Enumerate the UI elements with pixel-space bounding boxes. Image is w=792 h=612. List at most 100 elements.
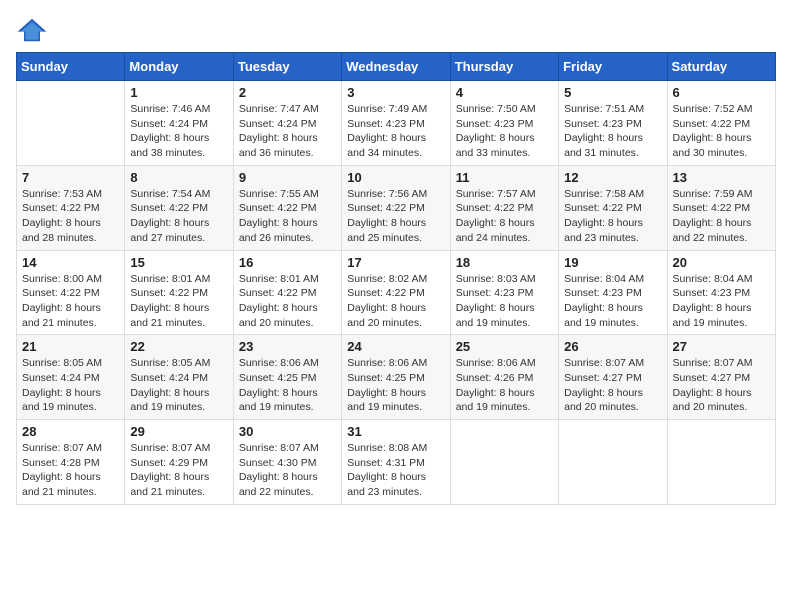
calendar-cell: 4 Sunrise: 7:50 AM Sunset: 4:23 PM Daylig… — [450, 81, 558, 166]
day-number: 19 — [564, 255, 661, 270]
day-number: 30 — [239, 424, 336, 439]
day-info: Sunrise: 7:47 AM Sunset: 4:24 PM Dayligh… — [239, 102, 336, 161]
calendar-cell: 31 Sunrise: 8:08 AM Sunset: 4:31 PM Dayli… — [342, 420, 450, 505]
calendar-cell: 8Sunrise: 7:54 AM Sunset: 4:22 PM Daylig… — [125, 165, 233, 250]
day-number: 13 — [673, 170, 770, 185]
day-info: Sunrise: 8:02 AM Sunset: 4:22 PM Dayligh… — [347, 272, 444, 331]
day-number: 16 — [239, 255, 336, 270]
calendar-cell: 15 Sunrise: 8:01 AM Sunset: 4:22 PM Dayli… — [125, 250, 233, 335]
calendar-cell: 16 Sunrise: 8:01 AM Sunset: 4:22 PM Dayli… — [233, 250, 341, 335]
day-number: 29 — [130, 424, 227, 439]
day-number: 18 — [456, 255, 553, 270]
day-number: 17 — [347, 255, 444, 270]
calendar-cell — [559, 420, 667, 505]
day-info: Sunrise: 8:04 AM Sunset: 4:23 PM Dayligh… — [673, 272, 770, 331]
week-row-1: 1 Sunrise: 7:46 AM Sunset: 4:24 PM Daylig… — [17, 81, 776, 166]
weekday-header-sunday: Sunday — [17, 53, 125, 81]
calendar-cell: 3Sunrise: 7:49 AM Sunset: 4:23 PM Daylig… — [342, 81, 450, 166]
day-number: 20 — [673, 255, 770, 270]
page-header — [16, 16, 776, 44]
weekday-header-wednesday: Wednesday — [342, 53, 450, 81]
calendar-cell: 19 Sunrise: 8:04 AM Sunset: 4:23 PM Dayli… — [559, 250, 667, 335]
calendar-cell: 9 Sunrise: 7:55 AM Sunset: 4:22 PM Daylig… — [233, 165, 341, 250]
day-info: Sunrise: 8:06 AM Sunset: 4:25 PM Dayligh… — [239, 356, 336, 415]
calendar-cell: 13 Sunrise: 7:59 AM Sunset: 4:22 PM Dayli… — [667, 165, 775, 250]
day-number: 8 — [130, 170, 227, 185]
day-info: Sunrise: 8:01 AM Sunset: 4:22 PM Dayligh… — [130, 272, 227, 331]
day-number: 9 — [239, 170, 336, 185]
calendar-cell: 14 Sunrise: 8:00 AM Sunset: 4:22 PM Dayli… — [17, 250, 125, 335]
day-info: Sunrise: 8:07 AM Sunset: 4:30 PM Dayligh… — [239, 441, 336, 500]
calendar-cell: 23 Sunrise: 8:06 AM Sunset: 4:25 PM Dayli… — [233, 335, 341, 420]
day-info: Sunrise: 8:00 AM Sunset: 4:22 PM Dayligh… — [22, 272, 119, 331]
calendar-cell: 24Sunrise: 8:06 AM Sunset: 4:25 PM Dayli… — [342, 335, 450, 420]
day-info: Sunrise: 8:08 AM Sunset: 4:31 PM Dayligh… — [347, 441, 444, 500]
calendar-cell: 1 Sunrise: 7:46 AM Sunset: 4:24 PM Daylig… — [125, 81, 233, 166]
calendar-cell: 27 Sunrise: 8:07 AM Sunset: 4:27 PM Dayli… — [667, 335, 775, 420]
day-number: 1 — [130, 85, 227, 100]
logo-icon — [16, 16, 48, 44]
calendar-cell: 17 Sunrise: 8:02 AM Sunset: 4:22 PM Dayli… — [342, 250, 450, 335]
calendar-cell — [667, 420, 775, 505]
weekday-header-tuesday: Tuesday — [233, 53, 341, 81]
day-number: 12 — [564, 170, 661, 185]
day-number: 7 — [22, 170, 119, 185]
day-number: 22 — [130, 339, 227, 354]
day-number: 6 — [673, 85, 770, 100]
calendar-cell: 25 Sunrise: 8:06 AM Sunset: 4:26 PM Dayli… — [450, 335, 558, 420]
day-number: 2 — [239, 85, 336, 100]
day-info: Sunrise: 7:57 AM Sunset: 4:22 PM Dayligh… — [456, 187, 553, 246]
day-number: 10 — [347, 170, 444, 185]
day-number: 5 — [564, 85, 661, 100]
day-info: Sunrise: 8:06 AM Sunset: 4:26 PM Dayligh… — [456, 356, 553, 415]
day-number: 25 — [456, 339, 553, 354]
day-info: Sunrise: 8:01 AM Sunset: 4:22 PM Dayligh… — [239, 272, 336, 331]
calendar-cell: 21Sunrise: 8:05 AM Sunset: 4:24 PM Dayli… — [17, 335, 125, 420]
day-info: Sunrise: 7:53 AM Sunset: 4:22 PM Dayligh… — [22, 187, 119, 246]
weekday-header-monday: Monday — [125, 53, 233, 81]
day-number: 14 — [22, 255, 119, 270]
week-row-2: 7 Sunrise: 7:53 AM Sunset: 4:22 PM Daylig… — [17, 165, 776, 250]
week-row-5: 28Sunrise: 8:07 AM Sunset: 4:28 PM Dayli… — [17, 420, 776, 505]
day-info: Sunrise: 7:55 AM Sunset: 4:22 PM Dayligh… — [239, 187, 336, 246]
calendar-cell: 18Sunrise: 8:03 AM Sunset: 4:23 PM Dayli… — [450, 250, 558, 335]
day-number: 26 — [564, 339, 661, 354]
day-number: 15 — [130, 255, 227, 270]
day-number: 27 — [673, 339, 770, 354]
calendar-cell: 11 Sunrise: 7:57 AM Sunset: 4:22 PM Dayli… — [450, 165, 558, 250]
calendar-cell: 2 Sunrise: 7:47 AM Sunset: 4:24 PM Daylig… — [233, 81, 341, 166]
day-info: Sunrise: 7:56 AM Sunset: 4:22 PM Dayligh… — [347, 187, 444, 246]
day-number: 11 — [456, 170, 553, 185]
logo — [16, 16, 50, 44]
day-info: Sunrise: 8:07 AM Sunset: 4:27 PM Dayligh… — [564, 356, 661, 415]
day-number: 23 — [239, 339, 336, 354]
day-number: 24 — [347, 339, 444, 354]
calendar-cell — [450, 420, 558, 505]
day-number: 31 — [347, 424, 444, 439]
calendar-cell: 29Sunrise: 8:07 AM Sunset: 4:29 PM Dayli… — [125, 420, 233, 505]
day-info: Sunrise: 7:58 AM Sunset: 4:22 PM Dayligh… — [564, 187, 661, 246]
calendar-cell: 20 Sunrise: 8:04 AM Sunset: 4:23 PM Dayli… — [667, 250, 775, 335]
week-row-3: 14 Sunrise: 8:00 AM Sunset: 4:22 PM Dayli… — [17, 250, 776, 335]
day-info: Sunrise: 7:49 AM Sunset: 4:23 PM Dayligh… — [347, 102, 444, 161]
day-info: Sunrise: 7:59 AM Sunset: 4:22 PM Dayligh… — [673, 187, 770, 246]
weekday-header-row: SundayMondayTuesdayWednesdayThursdayFrid… — [17, 53, 776, 81]
calendar-cell: 12 Sunrise: 7:58 AM Sunset: 4:22 PM Dayli… — [559, 165, 667, 250]
day-number: 28 — [22, 424, 119, 439]
calendar-cell: 26 Sunrise: 8:07 AM Sunset: 4:27 PM Dayli… — [559, 335, 667, 420]
calendar-cell: 22 Sunrise: 8:05 AM Sunset: 4:24 PM Dayli… — [125, 335, 233, 420]
calendar-cell: 10 Sunrise: 7:56 AM Sunset: 4:22 PM Dayli… — [342, 165, 450, 250]
day-number: 4 — [456, 85, 553, 100]
day-info: Sunrise: 7:51 AM Sunset: 4:23 PM Dayligh… — [564, 102, 661, 161]
day-info: Sunrise: 8:07 AM Sunset: 4:27 PM Dayligh… — [673, 356, 770, 415]
day-info: Sunrise: 8:05 AM Sunset: 4:24 PM Dayligh… — [130, 356, 227, 415]
day-info: Sunrise: 7:46 AM Sunset: 4:24 PM Dayligh… — [130, 102, 227, 161]
calendar-cell: 28Sunrise: 8:07 AM Sunset: 4:28 PM Dayli… — [17, 420, 125, 505]
calendar-table: SundayMondayTuesdayWednesdayThursdayFrid… — [16, 52, 776, 505]
calendar-cell: 6 Sunrise: 7:52 AM Sunset: 4:22 PM Daylig… — [667, 81, 775, 166]
day-info: Sunrise: 7:52 AM Sunset: 4:22 PM Dayligh… — [673, 102, 770, 161]
weekday-header-friday: Friday — [559, 53, 667, 81]
day-info: Sunrise: 8:04 AM Sunset: 4:23 PM Dayligh… — [564, 272, 661, 331]
day-info: Sunrise: 8:05 AM Sunset: 4:24 PM Dayligh… — [22, 356, 119, 415]
day-info: Sunrise: 7:50 AM Sunset: 4:23 PM Dayligh… — [456, 102, 553, 161]
